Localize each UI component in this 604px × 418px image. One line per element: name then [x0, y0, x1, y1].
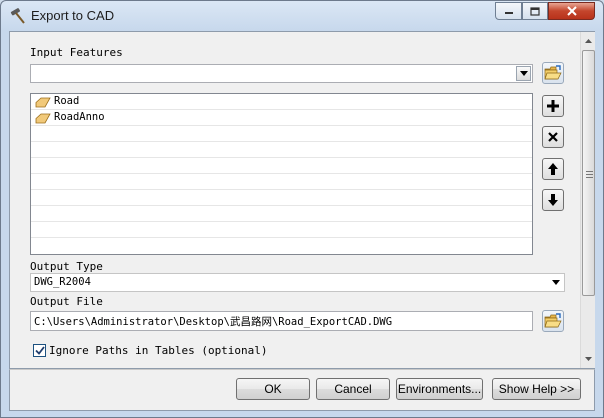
- add-row-button[interactable]: [542, 95, 564, 117]
- output-file-input[interactable]: C:\Users\Administrator\Desktop\武昌路网\Road…: [30, 311, 533, 331]
- list-empty-row: [31, 142, 532, 158]
- checkmark-icon: [34, 346, 45, 355]
- list-item[interactable]: RoadAnno: [31, 110, 532, 126]
- polyline-layer-icon: [35, 97, 51, 108]
- list-item-label: RoadAnno: [54, 111, 105, 123]
- environments-button[interactable]: Environments...: [396, 378, 483, 400]
- show-help-button[interactable]: Show Help >>: [492, 378, 581, 400]
- polyline-layer-icon: [35, 113, 51, 124]
- dialog-body: Input Features Road RoadAnno Output Type…: [9, 31, 595, 369]
- scroll-down-button[interactable]: [581, 352, 596, 366]
- dropdown-arrow-button[interactable]: [548, 275, 563, 290]
- list-empty-row: [31, 158, 532, 174]
- remove-row-button[interactable]: [542, 126, 564, 148]
- chevron-up-icon: [585, 39, 592, 43]
- cancel-button[interactable]: Cancel: [316, 378, 390, 400]
- browse-input-button[interactable]: [542, 62, 564, 84]
- maximize-icon: [530, 6, 540, 16]
- ignore-paths-checkbox[interactable]: [33, 344, 46, 357]
- list-empty-row: [31, 238, 532, 254]
- list-empty-row: [31, 222, 532, 238]
- output-file-label: Output File: [30, 295, 103, 308]
- vertical-scrollbar[interactable]: [580, 32, 595, 368]
- move-up-button[interactable]: [542, 158, 564, 180]
- close-icon: [548, 132, 558, 142]
- list-item[interactable]: Road: [31, 94, 532, 110]
- list-item-label: Road: [54, 95, 80, 107]
- input-features-list[interactable]: Road RoadAnno: [30, 93, 533, 255]
- hammer-icon: [10, 8, 25, 24]
- plus-icon: [547, 100, 559, 112]
- browse-output-button[interactable]: [542, 310, 564, 332]
- open-folder-icon: [544, 65, 562, 80]
- title-bar[interactable]: Export to CAD: [1, 1, 603, 31]
- input-features-dropdown[interactable]: [30, 64, 533, 83]
- chevron-down-icon: [585, 357, 592, 361]
- list-empty-row: [31, 174, 532, 190]
- list-empty-row: [31, 126, 532, 142]
- output-type-value: DWG_R2004: [34, 276, 91, 288]
- close-icon: [566, 6, 577, 16]
- chevron-down-icon: [551, 280, 560, 285]
- output-file-value: C:\Users\Administrator\Desktop\武昌路网\Road…: [34, 316, 393, 328]
- minimize-button[interactable]: [495, 2, 522, 20]
- dropdown-arrow-button[interactable]: [516, 66, 531, 81]
- minimize-icon: [504, 12, 513, 14]
- output-type-label: Output Type: [30, 260, 103, 273]
- arrow-down-icon: [548, 194, 558, 206]
- close-button[interactable]: [548, 2, 595, 20]
- list-empty-row: [31, 206, 532, 222]
- output-type-dropdown[interactable]: DWG_R2004: [30, 273, 565, 292]
- input-features-label: Input Features: [30, 46, 123, 59]
- scrollbar-grip: [586, 171, 593, 178]
- button-bar: OK Cancel Environments... Show Help >>: [9, 369, 595, 411]
- list-empty-row: [31, 190, 532, 206]
- export-to-cad-dialog: Export to CAD Input Features Road RoadAn…: [0, 0, 604, 418]
- ok-button[interactable]: OK: [236, 378, 310, 400]
- arrow-up-icon: [548, 163, 558, 175]
- maximize-button[interactable]: [522, 2, 548, 20]
- ignore-paths-label[interactable]: Ignore Paths in Tables (optional): [49, 344, 268, 357]
- chevron-down-icon: [519, 71, 528, 76]
- scroll-up-button[interactable]: [581, 34, 596, 48]
- move-down-button[interactable]: [542, 189, 564, 211]
- window-title: Export to CAD: [31, 8, 115, 23]
- open-folder-icon: [544, 313, 562, 328]
- scrollbar-thumb[interactable]: [582, 50, 595, 296]
